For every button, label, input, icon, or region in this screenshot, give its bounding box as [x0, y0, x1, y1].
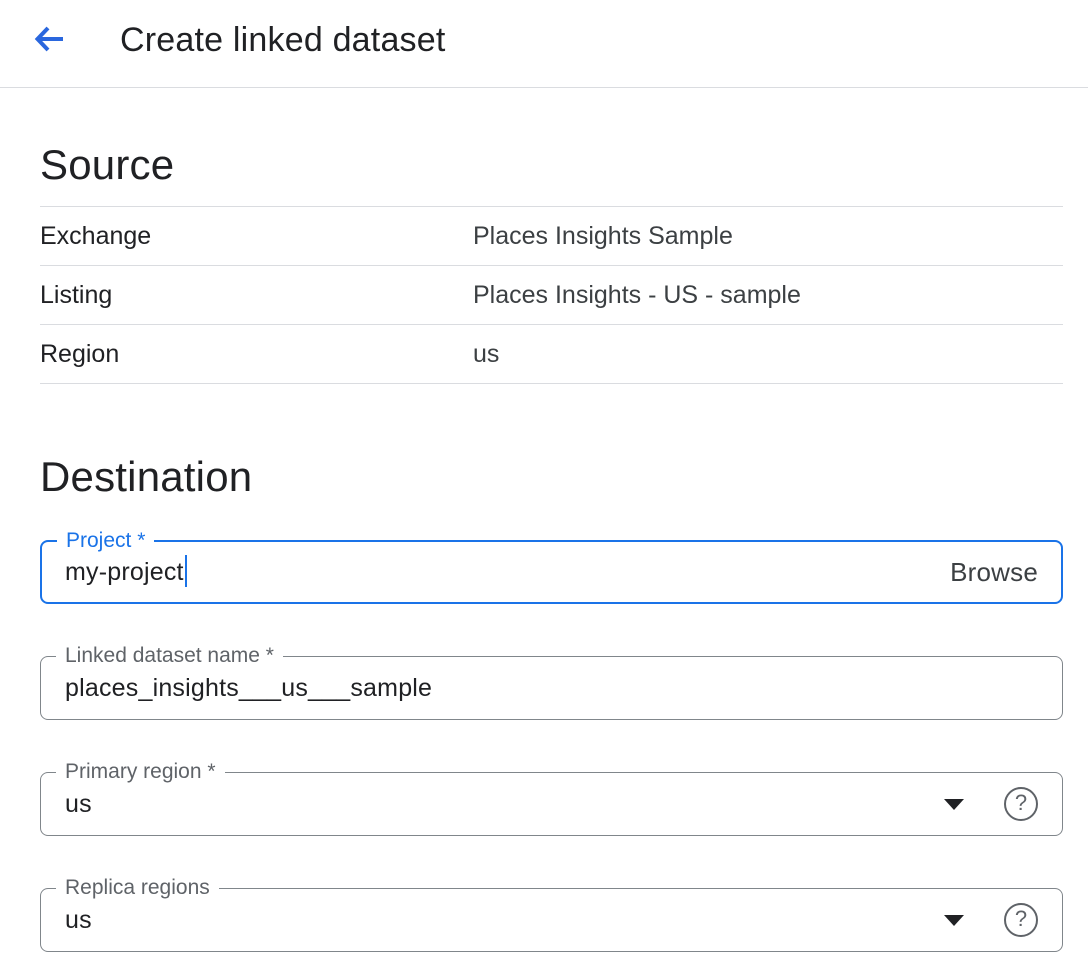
listing-label: Listing — [40, 281, 473, 310]
replica-regions-help-button[interactable]: ? — [1004, 903, 1038, 937]
source-info-table: Exchange Places Insights Sample Listing … — [40, 206, 1063, 384]
exchange-label: Exchange — [40, 222, 473, 251]
page-title: Create linked dataset — [120, 21, 446, 60]
source-row-exchange: Exchange Places Insights Sample — [40, 207, 1063, 266]
linked-dataset-name-field[interactable]: Linked dataset name * places_insights___… — [40, 656, 1063, 720]
destination-section-heading: Destination — [40, 452, 1063, 502]
source-section-heading: Source — [40, 140, 1063, 190]
text-cursor — [185, 555, 187, 587]
arrow-left-icon — [33, 22, 67, 59]
replica-regions-label: Replica regions — [56, 876, 219, 900]
chevron-down-icon[interactable] — [944, 915, 964, 926]
source-row-listing: Listing Places Insights - US - sample — [40, 266, 1063, 325]
project-input-value[interactable]: my-project — [65, 558, 184, 587]
primary-region-value: us — [65, 790, 92, 819]
browse-button[interactable]: Browse — [950, 557, 1038, 588]
replica-regions-select[interactable]: Replica regions us ? — [40, 888, 1063, 952]
project-field[interactable]: Project * my-project Browse — [40, 540, 1063, 604]
primary-region-select[interactable]: Primary region * us ? — [40, 772, 1063, 836]
back-button[interactable] — [30, 21, 70, 61]
region-label: Region — [40, 340, 473, 369]
replica-regions-value: us — [65, 906, 92, 935]
linked-dataset-name-value[interactable]: places_insights___us___sample — [65, 674, 432, 703]
page-header: Create linked dataset — [0, 0, 1088, 88]
linked-dataset-name-label: Linked dataset name * — [56, 644, 283, 668]
primary-region-help-button[interactable]: ? — [1004, 787, 1038, 821]
primary-region-label: Primary region * — [56, 760, 225, 784]
listing-value: Places Insights - US - sample — [473, 281, 801, 310]
chevron-down-icon[interactable] — [944, 799, 964, 810]
project-field-label: Project * — [57, 529, 154, 553]
question-mark-icon: ? — [1015, 792, 1027, 814]
question-mark-icon: ? — [1015, 908, 1027, 930]
source-row-region: Region us — [40, 325, 1063, 384]
exchange-value: Places Insights Sample — [473, 222, 733, 251]
main-content: Source Exchange Places Insights Sample L… — [0, 140, 1088, 952]
region-value: us — [473, 340, 499, 369]
